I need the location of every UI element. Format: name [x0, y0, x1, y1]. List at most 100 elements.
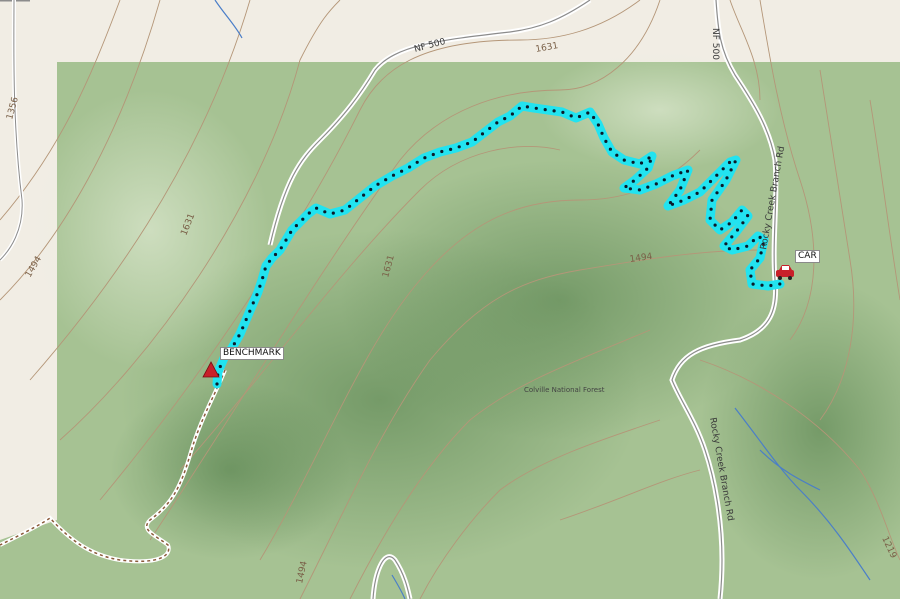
track-point — [423, 156, 427, 160]
track-point — [569, 114, 573, 118]
track-point — [734, 216, 738, 220]
track-point — [751, 282, 755, 286]
track-point — [267, 259, 272, 263]
track-point — [525, 105, 530, 109]
track-point — [376, 182, 380, 186]
topo-map[interactable]: NF 500 NF 500 Rocky Creek Branch Rd Rock… — [0, 0, 900, 599]
track-point — [724, 242, 728, 246]
track-point — [431, 152, 435, 157]
track-point — [769, 283, 773, 288]
track-point — [415, 160, 419, 164]
track-point — [608, 147, 613, 151]
track-point — [215, 382, 219, 386]
track-point — [244, 317, 248, 322]
track-point — [708, 179, 713, 184]
track-point — [315, 206, 319, 210]
track-point — [301, 217, 305, 221]
track-point — [751, 239, 756, 243]
track-point — [348, 204, 352, 208]
track-point — [654, 182, 658, 186]
track-point — [685, 169, 690, 173]
track-point — [670, 202, 675, 206]
track-point — [543, 108, 547, 112]
track-point — [662, 178, 666, 182]
track-point — [727, 222, 731, 226]
track-point — [622, 158, 626, 162]
track-point — [695, 191, 699, 195]
track-point — [331, 211, 335, 215]
track-point — [237, 334, 241, 338]
track-point — [637, 188, 642, 192]
track-point — [727, 160, 732, 165]
area-label-forest: Colville National Forest — [524, 386, 605, 394]
track-point — [631, 160, 635, 164]
track-point — [289, 230, 293, 234]
track-point — [709, 207, 713, 211]
track-point — [552, 109, 556, 113]
track-point — [534, 106, 538, 110]
track-point — [369, 187, 373, 192]
track-point — [702, 186, 706, 190]
track-point — [645, 167, 649, 171]
track-point — [736, 246, 740, 251]
track-point — [279, 246, 283, 250]
track-point — [682, 178, 686, 182]
track-point — [710, 198, 714, 202]
track-point — [604, 139, 608, 143]
track-point — [679, 199, 683, 203]
track-point — [480, 132, 485, 136]
track-point — [760, 283, 764, 287]
track-point — [449, 147, 453, 151]
track-point — [600, 131, 604, 135]
track-point — [218, 364, 222, 369]
track-point — [647, 156, 651, 160]
track-point — [639, 161, 644, 165]
track-point — [592, 115, 596, 120]
track-point — [466, 142, 470, 146]
track-point — [495, 121, 499, 125]
track-point — [232, 342, 236, 346]
track-point — [715, 191, 719, 195]
track-point — [258, 284, 262, 288]
track-point — [628, 187, 633, 191]
track-point — [746, 214, 750, 218]
track-point — [307, 211, 311, 215]
track-point — [720, 183, 724, 188]
waypoint-label-benchmark[interactable]: BENCHMARK — [220, 347, 284, 360]
map-canvas[interactable]: NF 500 NF 500 Rocky Creek Branch Rd Rock… — [0, 0, 900, 599]
track-point — [294, 224, 298, 228]
track-point — [340, 209, 344, 213]
track-point — [473, 137, 477, 141]
track-point — [263, 267, 267, 271]
track-point — [708, 216, 712, 220]
track-point — [284, 238, 288, 242]
track-point — [727, 247, 732, 251]
track-point — [713, 223, 717, 227]
track-point — [391, 173, 396, 177]
track-point — [577, 114, 582, 119]
track-point — [440, 149, 444, 154]
track-point — [739, 209, 743, 213]
track-point — [759, 251, 763, 255]
track-point — [733, 160, 737, 164]
track-point — [323, 210, 327, 214]
waypoint-label-car[interactable]: CAR — [795, 250, 820, 263]
track-point — [408, 165, 412, 169]
track-point — [749, 274, 753, 278]
track-point — [355, 199, 359, 203]
track-point — [715, 173, 719, 177]
track-point — [624, 184, 628, 189]
track-point — [735, 228, 740, 232]
track-point — [561, 110, 565, 114]
track-point — [255, 293, 259, 297]
track-point — [638, 173, 642, 177]
track-point — [510, 112, 514, 116]
track-point — [248, 309, 252, 313]
road-label-nf500-vertical: NF 500 — [710, 28, 720, 60]
track-point — [488, 126, 492, 130]
track-point — [586, 111, 590, 115]
track-point — [646, 185, 650, 189]
track-point — [273, 252, 278, 257]
track-point — [503, 117, 507, 121]
track-point — [670, 174, 675, 178]
